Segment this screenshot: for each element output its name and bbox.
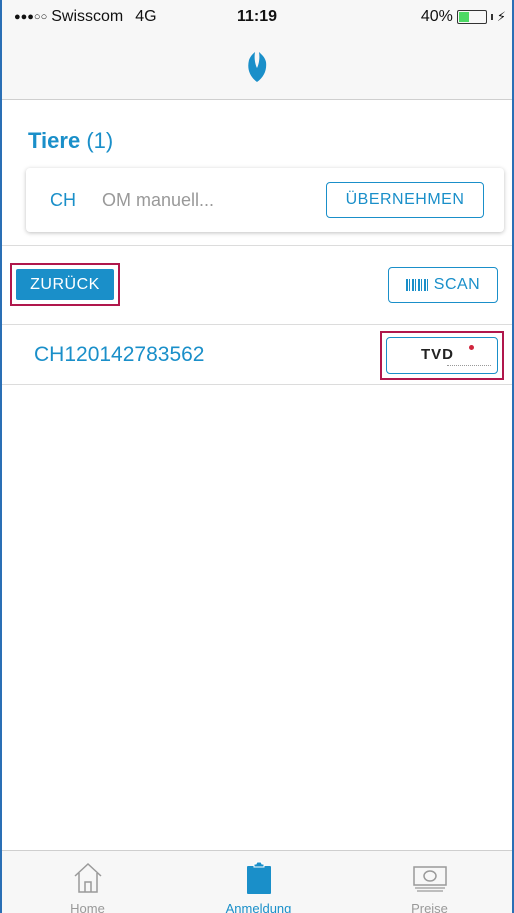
tab-anmeldung-label: Anmeldung <box>225 901 292 913</box>
status-bar: ●●●○○ Swisscom 4G 11:19 40% ⚡ <box>2 0 512 34</box>
page-title: Tiere (1) <box>28 128 113 154</box>
apply-button[interactable]: ÜBERNEHMEN <box>326 182 484 218</box>
section-count: (1) <box>86 128 114 153</box>
divider <box>2 324 512 325</box>
money-icon <box>412 866 447 892</box>
back-button-highlight: ZURÜCK <box>10 263 120 306</box>
country-prefix: CH <box>50 190 76 210</box>
divider <box>2 245 512 246</box>
battery-fill <box>458 12 470 22</box>
tvd-button[interactable]: TVD <box>386 337 498 374</box>
tab-home[interactable]: Home <box>2 851 173 913</box>
home-icon <box>73 862 102 893</box>
tvd-logo-dot <box>469 345 474 350</box>
flame-logo-icon <box>248 51 267 82</box>
om-entry-card: CH ÜBERNEHMEN <box>26 168 504 232</box>
back-button[interactable]: ZURÜCK <box>16 269 114 300</box>
list-item[interactable]: CH120142783562 TVD <box>2 326 512 384</box>
scan-button[interactable]: SCAN <box>388 267 498 303</box>
battery-tip <box>490 14 493 20</box>
tab-anmeldung[interactable]: Anmeldung <box>173 851 344 913</box>
tab-bar: Home Anmeldung Preise <box>2 850 512 913</box>
barcode-icon <box>405 279 428 291</box>
status-right: 40% ⚡ <box>421 8 506 26</box>
tvd-button-highlight: TVD <box>380 331 504 380</box>
scan-label: SCAN <box>433 276 481 293</box>
nav-bar <box>2 34 512 100</box>
divider <box>2 384 512 385</box>
charging-icon: ⚡ <box>496 9 506 24</box>
app-screen: ●●●○○ Swisscom 4G 11:19 40% ⚡ Tiere (1) … <box>0 0 514 913</box>
tab-preise-label: Preise <box>411 901 448 913</box>
animal-id: CH120142783562 <box>34 343 205 366</box>
clipboard-icon <box>246 861 271 894</box>
om-input[interactable] <box>102 182 322 218</box>
tab-preise[interactable]: Preise <box>344 851 512 913</box>
battery-icon <box>456 10 487 24</box>
tvd-logo-line <box>447 365 491 366</box>
section-title-text: Tiere <box>28 128 81 153</box>
battery-percent: 40% <box>420 8 453 25</box>
tab-home-label: Home <box>70 901 105 913</box>
tvd-logo-text: TVD <box>421 346 454 363</box>
